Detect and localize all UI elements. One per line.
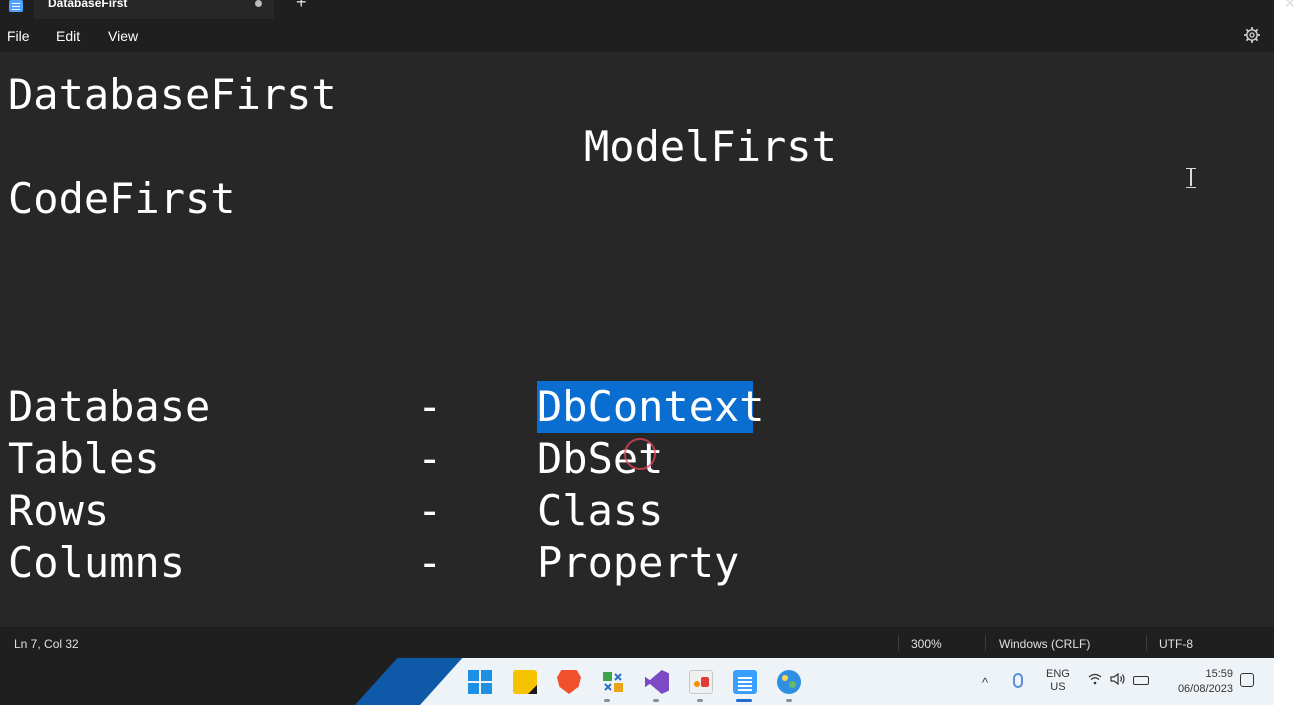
clock[interactable]: 15:59 06/08/2023: [1163, 667, 1233, 697]
editor-text: Property: [537, 538, 740, 587]
encoding[interactable]: UTF-8: [1159, 637, 1193, 651]
menu-view[interactable]: View: [108, 28, 138, 44]
zoom-level[interactable]: 300%: [911, 637, 942, 651]
show-hidden-icons-chevron-icon[interactable]: ^: [982, 675, 988, 690]
text-cursor-ibeam-icon: [1186, 168, 1196, 188]
editor-line: DatabaseFirst: [8, 70, 337, 119]
running-indicator: [697, 699, 703, 702]
tool-icon[interactable]: [601, 670, 625, 694]
close-button[interactable]: ✕: [1284, 0, 1296, 10]
sticky-notes-icon[interactable]: [513, 670, 537, 694]
editor-text: -: [417, 538, 443, 587]
mouse-click-indicator-icon: [624, 438, 656, 470]
start-icon[interactable]: [468, 670, 492, 694]
editor-text: Rows: [8, 486, 110, 535]
editor-text: -: [417, 382, 443, 431]
wifi-icon[interactable]: [1088, 673, 1102, 685]
line-ending[interactable]: Windows (CRLF): [999, 637, 1090, 651]
editor-text: -: [417, 486, 443, 535]
cursor-position: Ln 7, Col 32: [14, 637, 79, 651]
notepad-app-icon: [9, 0, 23, 12]
input-language[interactable]: ENG US: [1046, 668, 1070, 694]
menu-bar: File Edit View: [0, 19, 1274, 52]
editor-text: Class: [537, 486, 664, 535]
running-indicator: [604, 699, 610, 702]
status-divider: [985, 635, 986, 651]
menu-edit[interactable]: Edit: [56, 28, 80, 44]
taskbar: ^ ENG US 15:59 06/08/2023: [0, 658, 1274, 705]
visual-studio-icon[interactable]: [645, 670, 669, 694]
unsaved-dot-icon: [255, 0, 262, 7]
tab-databasefirst[interactable]: DatabaseFirst: [34, 0, 274, 19]
editor-text: Columns: [8, 538, 186, 587]
menu-file[interactable]: File: [7, 28, 30, 44]
battery-icon[interactable]: [1133, 676, 1149, 685]
paint-icon[interactable]: [689, 670, 713, 694]
taskbar-wallpaper: [0, 658, 420, 705]
notifications-icon[interactable]: [1240, 673, 1254, 687]
status-bar: Ln 7, Col 32 300% Windows (CRLF) UTF-8: [0, 627, 1274, 658]
editor-line: ModelFirst: [584, 122, 837, 171]
active-app-indicator: [736, 699, 752, 702]
photos-icon[interactable]: [777, 670, 801, 694]
clock-date: 06/08/2023: [1177, 683, 1233, 695]
running-indicator: [653, 699, 659, 702]
lang-code: ENG: [1046, 668, 1070, 680]
text-editor[interactable]: DatabaseFirst ModelFirst CodeFirst Datab…: [0, 52, 1274, 627]
tab-title: DatabaseFirst: [48, 0, 128, 10]
lang-region: US: [1050, 681, 1066, 693]
notepad-window: DatabaseFirst + File Edit View DatabaseF…: [0, 0, 1274, 658]
status-divider: [1146, 635, 1147, 651]
status-divider: [898, 635, 899, 651]
editor-line: CodeFirst: [8, 174, 236, 223]
editor-text: Database: [8, 382, 211, 431]
new-tab-button[interactable]: +: [296, 0, 307, 11]
notepad-icon[interactable]: [733, 670, 757, 694]
volume-icon[interactable]: [1110, 673, 1126, 685]
running-indicator: [786, 699, 792, 702]
editor-text: Tables: [8, 434, 160, 483]
editor-text: -: [417, 434, 443, 483]
microphone-icon[interactable]: [1013, 673, 1023, 688]
clock-time: 15:59: [1205, 668, 1233, 680]
title-bar: DatabaseFirst +: [0, 0, 1274, 19]
selected-text: DbContext: [537, 382, 765, 431]
settings-gear-icon[interactable]: [1244, 27, 1260, 43]
desktop-edge: ✕: [1274, 0, 1313, 705]
